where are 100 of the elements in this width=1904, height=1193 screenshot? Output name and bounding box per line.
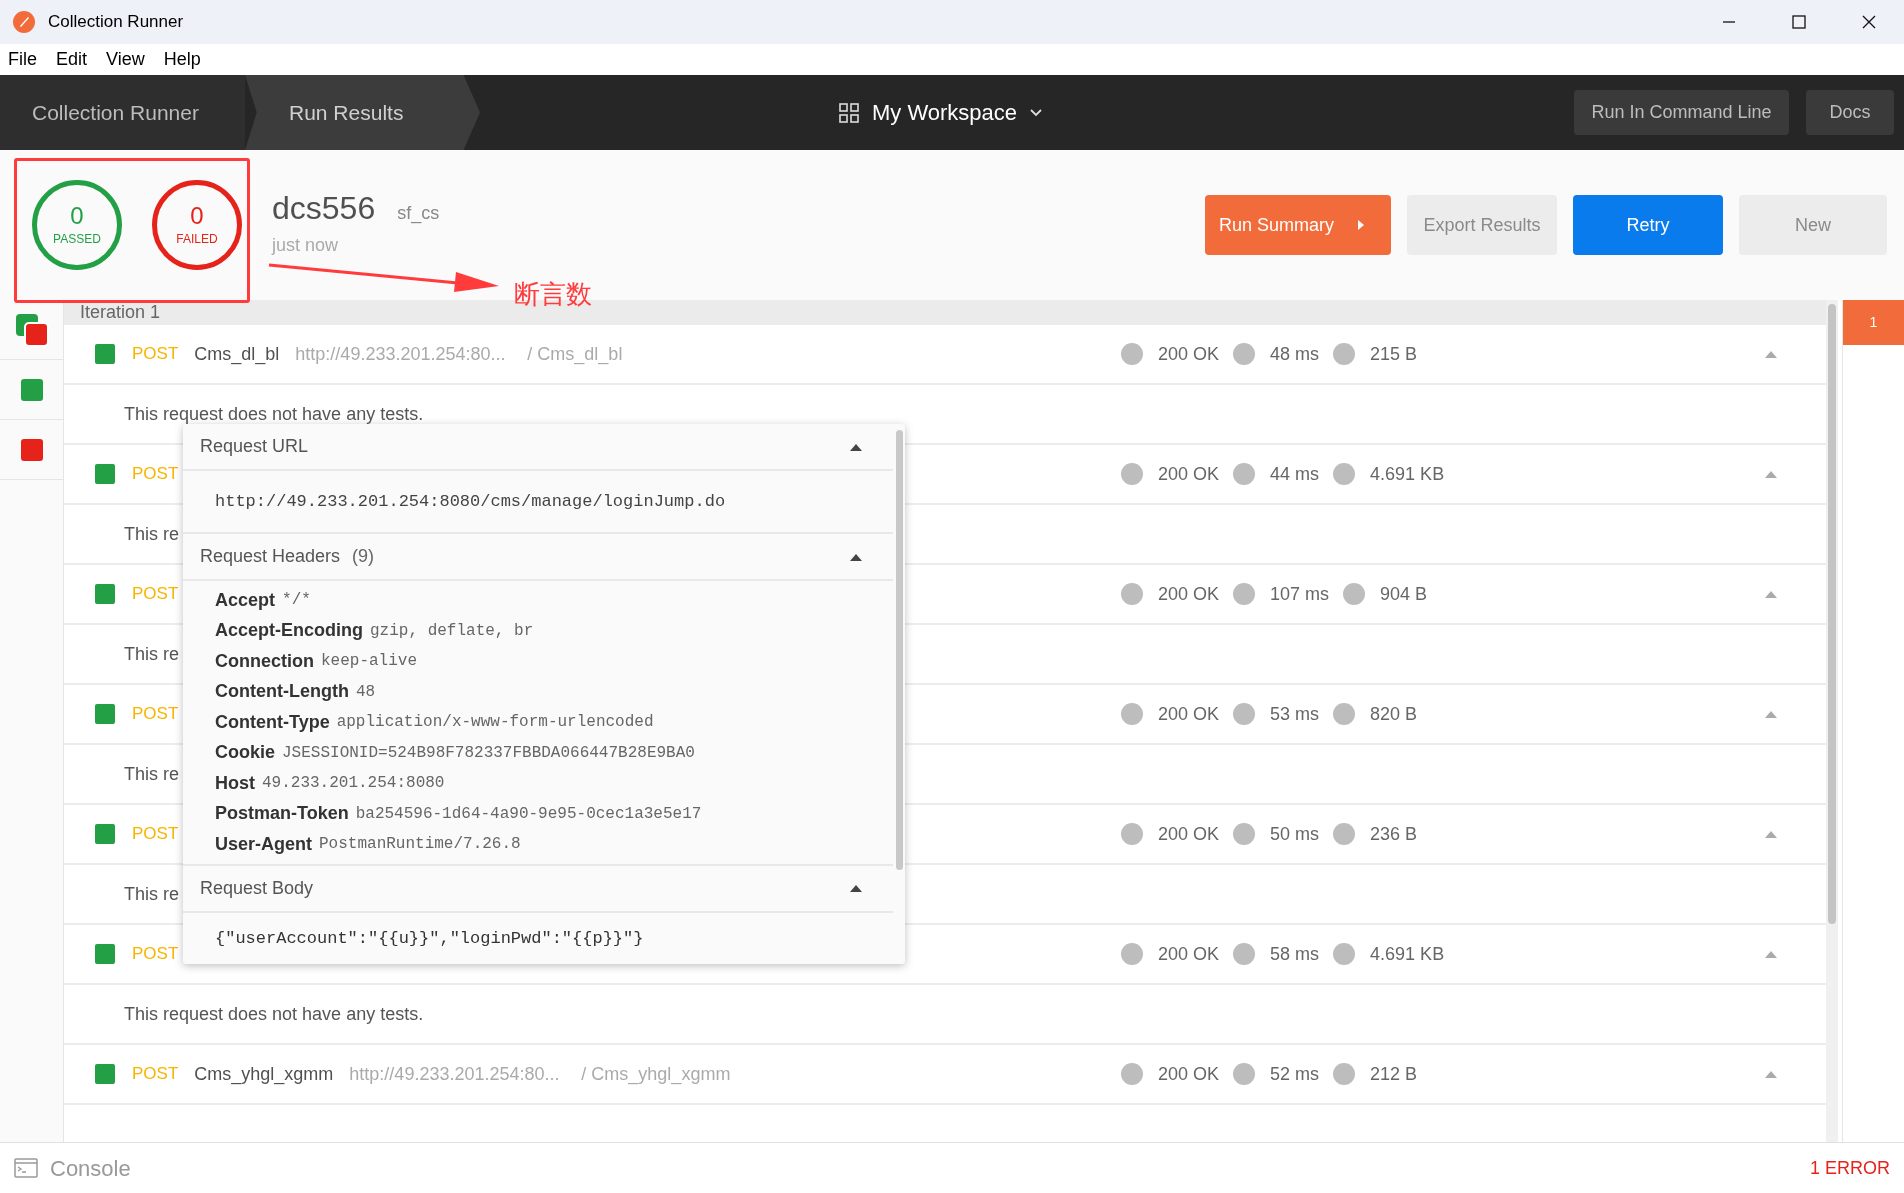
pass-status-icon bbox=[94, 1063, 116, 1085]
header-value: */* bbox=[282, 590, 311, 612]
caret-icon bbox=[1357, 219, 1365, 231]
header-value: JSESSIONID=524B98F782337FBBDA066447B28E9BA0 bbox=[282, 742, 695, 764]
nav-button[interactable]: Docs bbox=[1806, 90, 1894, 135]
header-value: keep-alive bbox=[321, 651, 417, 673]
status-code: 200 OK bbox=[1158, 702, 1220, 726]
header-key: Accept-Encoding bbox=[215, 617, 363, 645]
workspace-selector[interactable]: My Workspace bbox=[872, 96, 1018, 129]
status-code: 200 OK bbox=[1158, 582, 1220, 606]
metric-dot-icon bbox=[1121, 703, 1143, 725]
request-url: http://49.233.201.254:80... bbox=[349, 1062, 561, 1086]
header-key: Content-Length bbox=[215, 678, 349, 706]
section-title[interactable]: Request Body bbox=[200, 874, 314, 902]
iteration-item[interactable] bbox=[14, 312, 49, 347]
response-size: 212 B bbox=[1370, 1062, 1418, 1086]
app-logo-icon bbox=[12, 10, 36, 34]
method-label: POST bbox=[132, 823, 179, 846]
header-value: ba254596-1d64-4a90-9e95-0cec1a3e5e17 bbox=[355, 803, 702, 825]
status-code: 200 OK bbox=[1158, 462, 1220, 486]
console-icon[interactable] bbox=[14, 1158, 38, 1178]
header-key: Postman-Token bbox=[215, 800, 349, 828]
metric-dot-icon bbox=[1333, 943, 1356, 965]
nav-tab[interactable]: Collection Runner bbox=[0, 75, 245, 150]
header-value: 48 bbox=[355, 681, 376, 703]
metric-dot-icon bbox=[1233, 703, 1256, 725]
method-label: POST bbox=[132, 343, 179, 366]
response-size: 904 B bbox=[1380, 582, 1428, 606]
nav-tab[interactable]: Run Results bbox=[245, 75, 480, 150]
metric-dot-icon bbox=[1333, 343, 1356, 365]
response-time: 48 ms bbox=[1270, 342, 1320, 366]
metric-dot-icon bbox=[1233, 463, 1256, 485]
environment-name: sf_cs bbox=[397, 201, 440, 226]
response-size: 215 B bbox=[1370, 342, 1418, 366]
pass-status-icon bbox=[94, 943, 116, 965]
header-key: Cookie bbox=[215, 739, 275, 767]
test-note: This re bbox=[124, 882, 179, 906]
method-label: POST bbox=[132, 583, 179, 606]
metric-dot-icon bbox=[1343, 583, 1366, 605]
metric-dot-icon bbox=[1333, 823, 1356, 845]
count-text: 0 bbox=[190, 202, 204, 230]
menu-item[interactable]: Help bbox=[163, 46, 201, 73]
header-count: (9) bbox=[352, 545, 375, 568]
scrollbar-thumb[interactable] bbox=[895, 430, 903, 870]
request-name: Cms_dl_bl bbox=[194, 342, 280, 367]
request-url: http://49.233.201.254:80... bbox=[295, 342, 507, 366]
collection-name: dcs556 bbox=[272, 188, 376, 228]
response-time: 50 ms bbox=[1270, 822, 1320, 846]
request-path: / Cms_dl_bl bbox=[527, 342, 623, 367]
metric-dot-icon bbox=[1233, 1063, 1256, 1085]
test-note: This request does not have any tests. bbox=[124, 402, 424, 426]
nav-button[interactable]: Run In Command Line bbox=[1574, 90, 1789, 135]
request-name: Cms_yhgl_xgmm bbox=[194, 1062, 334, 1087]
header-value: gzip, deflate, br bbox=[370, 620, 534, 642]
section-title[interactable]: Request Headers bbox=[200, 543, 341, 570]
status-code: 200 OK bbox=[1158, 942, 1220, 966]
menu-item[interactable]: View bbox=[106, 46, 145, 73]
test-note: This request does not have any tests. bbox=[124, 1002, 424, 1026]
metric-dot-icon bbox=[1333, 1063, 1356, 1085]
count-label: FAILED bbox=[176, 231, 218, 248]
test-note: This re bbox=[124, 762, 179, 786]
metric-dot-icon bbox=[1233, 583, 1256, 605]
count-label: PASSED bbox=[53, 231, 101, 248]
header-key: Host bbox=[215, 769, 255, 797]
method-label: POST bbox=[132, 463, 179, 486]
menu-item[interactable]: File bbox=[8, 46, 37, 73]
collapse-icon[interactable] bbox=[849, 883, 863, 893]
status-code: 200 OK bbox=[1158, 1062, 1220, 1086]
window-title: Collection Runner bbox=[48, 11, 184, 34]
test-note: This re bbox=[124, 642, 179, 666]
metric-dot-icon bbox=[1233, 943, 1256, 965]
response-time: 52 ms bbox=[1270, 1062, 1320, 1086]
header-key: Accept bbox=[215, 586, 276, 614]
grid-icon bbox=[838, 101, 860, 124]
iteration-item[interactable] bbox=[19, 377, 44, 402]
response-time: 44 ms bbox=[1270, 462, 1320, 486]
menu-item[interactable]: Edit bbox=[56, 46, 88, 73]
response-time: 107 ms bbox=[1270, 582, 1330, 606]
metric-dot-icon bbox=[1121, 823, 1143, 845]
chevron-down-icon[interactable] bbox=[1029, 107, 1044, 118]
header-key: Content-Type bbox=[215, 708, 330, 736]
pass-status-icon bbox=[94, 823, 116, 845]
response-time: 53 ms bbox=[1270, 702, 1320, 726]
status-code: 200 OK bbox=[1158, 342, 1220, 366]
metric-dot-icon bbox=[1333, 703, 1356, 725]
response-size: 820 B bbox=[1370, 702, 1418, 726]
header-value: PostmanRuntime/7.26.8 bbox=[319, 834, 521, 856]
header-key: User-Agent bbox=[215, 830, 312, 858]
header-value: 49.233.201.254:8080 bbox=[262, 773, 445, 795]
iteration-item[interactable] bbox=[19, 437, 44, 462]
error-count[interactable]: 1 ERROR bbox=[1810, 1154, 1890, 1182]
action-button[interactable]: Retry bbox=[1573, 195, 1723, 255]
metric-dot-icon bbox=[1121, 1063, 1143, 1085]
count-text: 0 bbox=[70, 202, 84, 230]
metric-dot-icon bbox=[1121, 463, 1143, 485]
header-value: application/x-www-form-urlencoded bbox=[336, 712, 654, 734]
method-label: POST bbox=[132, 943, 179, 966]
request-path: / Cms_yhgl_xgmm bbox=[581, 1062, 731, 1087]
section-title[interactable]: Request URL bbox=[200, 433, 309, 460]
scrollbar-thumb[interactable] bbox=[1828, 304, 1836, 924]
